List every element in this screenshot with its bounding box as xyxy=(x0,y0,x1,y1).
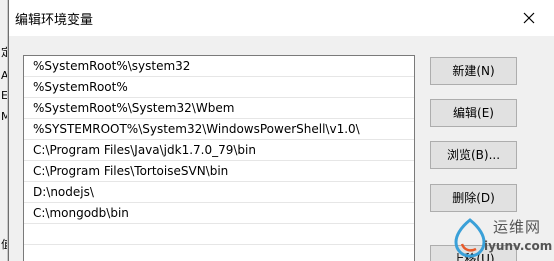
background-text: M xyxy=(1,110,7,123)
list-item[interactable]: %SystemRoot%\System32\Wbem xyxy=(24,98,414,119)
delete-button[interactable]: 删除(D) xyxy=(430,184,517,212)
list-item[interactable]: C:\Program Files\Java\jdk1.7.0_79\bin xyxy=(24,140,414,161)
list-item[interactable]: %SYSTEMROOT%\System32\WindowsPowerShell\… xyxy=(24,119,414,140)
list-item[interactable]: C:\mongodb\bin xyxy=(24,203,414,224)
watermark: 运维网 iyunv.com xyxy=(448,212,552,260)
close-icon xyxy=(523,12,535,24)
close-button[interactable] xyxy=(517,6,541,30)
title-bar: 编辑环境变量 xyxy=(9,0,554,36)
list-item[interactable]: C:\Program Files\TortoiseSVN\bin xyxy=(24,161,414,182)
browse-button[interactable]: 浏览(B)... xyxy=(430,141,517,169)
watermark-cn-text: 运维网 xyxy=(493,218,542,236)
path-list[interactable]: %SystemRoot%\system32 %SystemRoot% %Syst… xyxy=(23,55,415,261)
dialog-title: 编辑环境变量 xyxy=(15,13,94,28)
background-text: A xyxy=(1,69,7,82)
list-item[interactable]: %SystemRoot%\system32 xyxy=(24,56,414,77)
list-item[interactable]: %SystemRoot% xyxy=(24,77,414,98)
background-window: 定 A E M 值 xyxy=(0,0,8,261)
new-button[interactable]: 新建(N) xyxy=(430,57,517,85)
background-text: 定 xyxy=(1,46,7,59)
edit-button[interactable]: 编辑(E) xyxy=(430,99,517,127)
list-item[interactable]: D:\nodejs\ xyxy=(24,182,414,203)
background-text: 值 xyxy=(1,238,7,251)
watermark-en-text: iyunv.com xyxy=(484,239,553,253)
background-text: E xyxy=(1,89,7,102)
list-item-empty[interactable] xyxy=(24,224,414,245)
